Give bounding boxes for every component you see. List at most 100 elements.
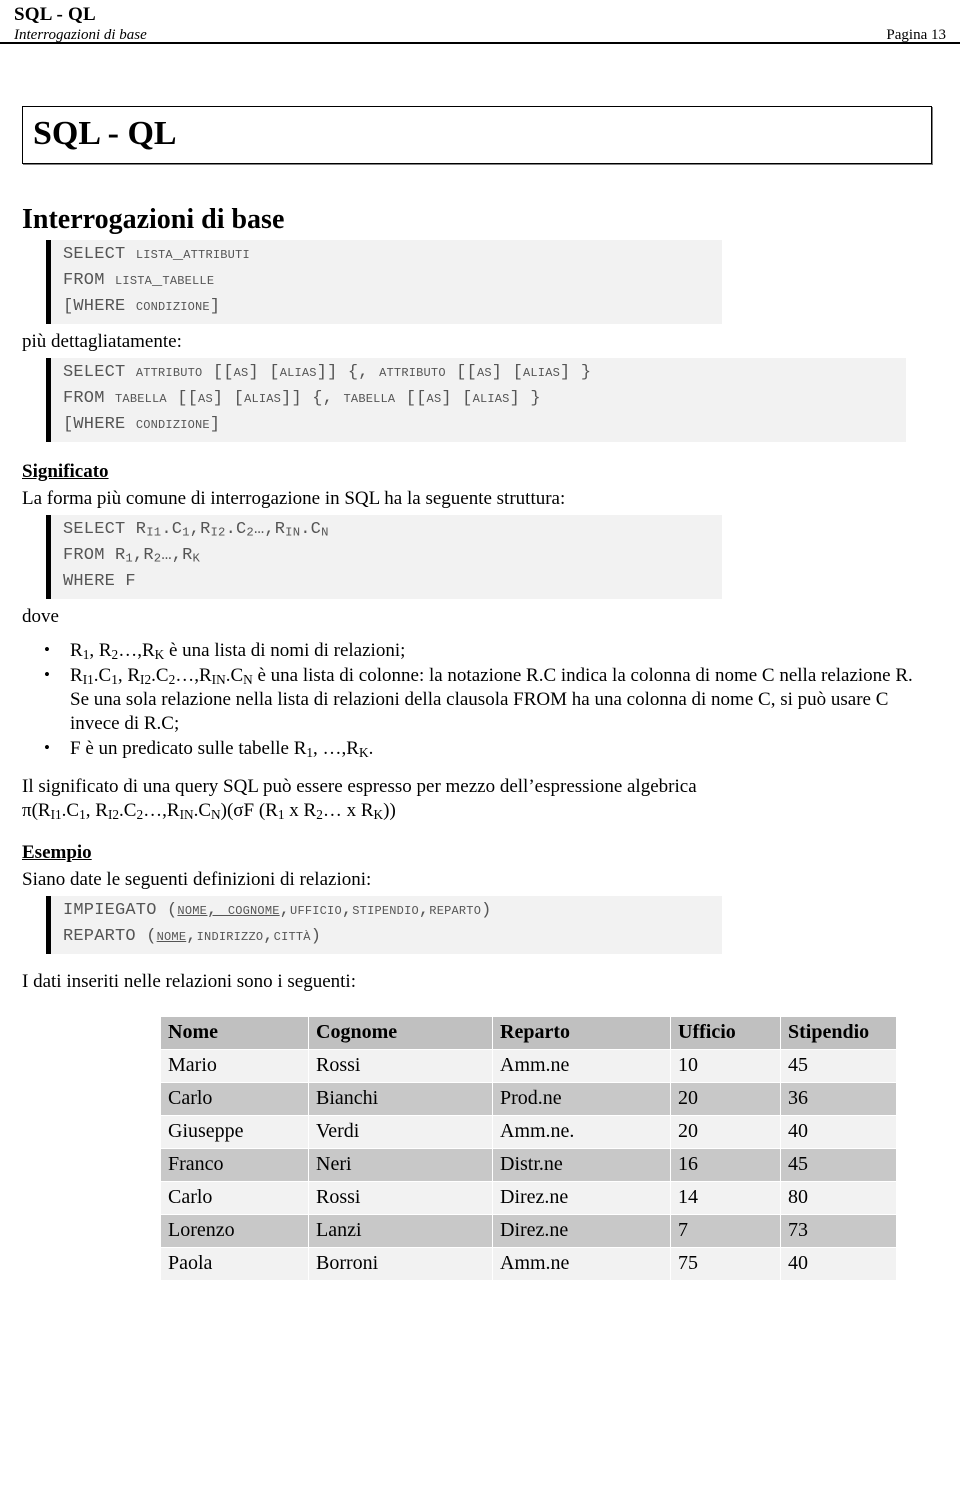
code-block-relation-definitions: IMPIEGATO (NOME, COGNOME,UFFICIO,STIPEND… [46, 896, 722, 954]
expr-part: , R [85, 800, 108, 821]
bullet-text: …,R [118, 640, 155, 661]
attribute: REPARTO [429, 901, 482, 920]
code-bracket: [WHERE [63, 297, 136, 316]
cell-cognome: Rossi [308, 1181, 493, 1215]
subscript: 2 [316, 806, 323, 822]
code-subscript: I1 [146, 525, 162, 540]
expr-part: )(σF (R [220, 800, 278, 821]
cell-reparto: Direz.ne [492, 1181, 671, 1215]
cell-nome: Carlo [160, 1181, 309, 1215]
code-arg: ATTRIBUTO [379, 363, 446, 382]
bullet-text: .C [225, 665, 244, 686]
code-keyword: SELECT [63, 363, 136, 382]
bullet-text: .C [93, 665, 112, 686]
code-bracket: [[ [202, 363, 234, 382]
code-arg: TABELLA [115, 389, 167, 408]
code-arg: ALIAS [279, 363, 317, 382]
cell-cognome: Rossi [308, 1049, 493, 1083]
subscript: I1 [50, 806, 62, 822]
expr-part: x R [284, 800, 317, 821]
bullet-text: R [70, 665, 83, 686]
code-line: REPARTO (NOME,INDIRIZZO,CITTÀ) [63, 924, 716, 950]
code-arg: CONDIZIONE [135, 297, 210, 316]
code-bracket: ] [ [212, 389, 245, 408]
bullet-text: . [368, 738, 374, 759]
cell-ufficio: 16 [670, 1148, 781, 1182]
esempio-intro: Siano date le seguenti definizioni di re… [22, 869, 372, 890]
slide-title-box: SQL - QL [22, 106, 932, 164]
cell-reparto: Distr.ne [492, 1148, 671, 1182]
cell-cognome: Neri [308, 1148, 493, 1182]
bullet-text: F è un predicato sulle tabelle R [70, 738, 307, 759]
code-text: …,R [161, 546, 193, 565]
column-header-stipendio: Stipendio [780, 1016, 897, 1050]
attribute: CITTÀ [273, 927, 311, 946]
list-item: RI1.C1, RI2.C2…,RIN.CN è una lista di co… [22, 663, 932, 736]
table-row: Carlo Bianchi Prod.ne 20 36 [160, 1082, 897, 1116]
table-row: Paola Borroni Amm.ne 75 40 [160, 1247, 897, 1281]
significato-intro: La forma più comune di interrogazione in… [22, 488, 566, 509]
code-bracket: ]] {, [316, 363, 380, 382]
expr-part: )) [383, 800, 396, 821]
cell-reparto: Prod.ne [492, 1082, 671, 1116]
code-keyword: FROM [63, 389, 116, 408]
cell-stipendio: 36 [780, 1082, 897, 1116]
cell-reparto: Amm.ne [492, 1049, 671, 1083]
column-header-reparto: Reparto [492, 1016, 671, 1050]
subscript: IN [179, 806, 194, 822]
cell-ufficio: 10 [670, 1049, 781, 1083]
expr-part: … x R [322, 800, 374, 821]
code-bracket: ] [209, 297, 221, 316]
cell-stipendio: 40 [780, 1247, 897, 1281]
column-header-nome: Nome [160, 1016, 309, 1050]
expr-part: …,R [143, 800, 180, 821]
cell-ufficio: 14 [670, 1181, 781, 1215]
cell-reparto: Amm.ne [492, 1247, 671, 1281]
code-line: FROM LISTA_TABELLE [63, 268, 716, 294]
code-subscript: K [192, 551, 201, 566]
expr-part: .C [61, 800, 80, 821]
attribute: STIPENDIO [352, 901, 419, 920]
code-text: , [279, 901, 291, 920]
primary-key-attrs: NOME [156, 927, 187, 946]
cell-stipendio: 80 [780, 1181, 897, 1215]
code-line: SELECT LISTA_ATTRIBUTI [63, 242, 716, 268]
page-number: Pagina 13 [886, 27, 946, 43]
cell-cognome: Bianchi [308, 1082, 493, 1116]
code-arg: AS [233, 363, 249, 382]
code-bracket: [WHERE [63, 415, 136, 434]
code-bracket: ] [ [491, 363, 523, 382]
code-text: , [341, 901, 353, 920]
definition-bullet-list: R1, R2…,RK è una lista di nomi di relazi… [22, 638, 932, 761]
subscript: IN [211, 671, 226, 687]
code-line: SELECT ATTRIBUTO [[AS] [ALIAS]] {, ATTRI… [63, 360, 900, 386]
running-head-row: Interrogazioni di base Pagina 13 [14, 26, 946, 44]
cell-nome: Giuseppe [160, 1115, 309, 1149]
bullet-text: è una lista di nomi di relazioni; [164, 640, 406, 661]
algebra-expression: π(RI1.C1, RI2.C2…,RIN.CN)(σF (R1 x R2… x… [22, 799, 932, 823]
cell-ufficio: 7 [670, 1214, 781, 1248]
code-arg: AS [426, 389, 442, 408]
code-bracket: ] [ [248, 363, 280, 382]
impiegato-table-wrapper: Nome Cognome Reparto Ufficio Stipendio M… [160, 1016, 932, 1281]
expr-part: π(R [22, 800, 51, 821]
code-subscript: N [321, 525, 329, 540]
page-content: SQL - QL Interrogazioni di base SELECT L… [0, 106, 960, 1281]
code-line: FROM TABELLA [[AS] [ALIAS]] {, TABELLA [… [63, 386, 900, 412]
code-bracket: ] [209, 415, 221, 434]
bullet-text: , R [89, 640, 112, 661]
cell-nome: Paola [160, 1247, 309, 1281]
subscript: I1 [82, 671, 94, 687]
code-arg: LISTA_ATTRIBUTI [135, 245, 250, 264]
cell-nome: Mario [160, 1049, 309, 1083]
cell-cognome: Borroni [308, 1247, 493, 1281]
bullet-text: , …,R [313, 738, 359, 759]
code-subscript: 1 [182, 525, 190, 540]
code-arg: ALIAS [472, 389, 510, 408]
code-keyword: SELECT [63, 245, 126, 264]
subscript: N [243, 671, 253, 687]
attribute: INDIRIZZO [196, 927, 264, 946]
subscript: I2 [140, 671, 152, 687]
table-row: Carlo Rossi Direz.ne 14 80 [160, 1181, 897, 1215]
code-block-basic-syntax: SELECT LISTA_ATTRIBUTI FROM LISTA_TABELL… [46, 240, 722, 324]
